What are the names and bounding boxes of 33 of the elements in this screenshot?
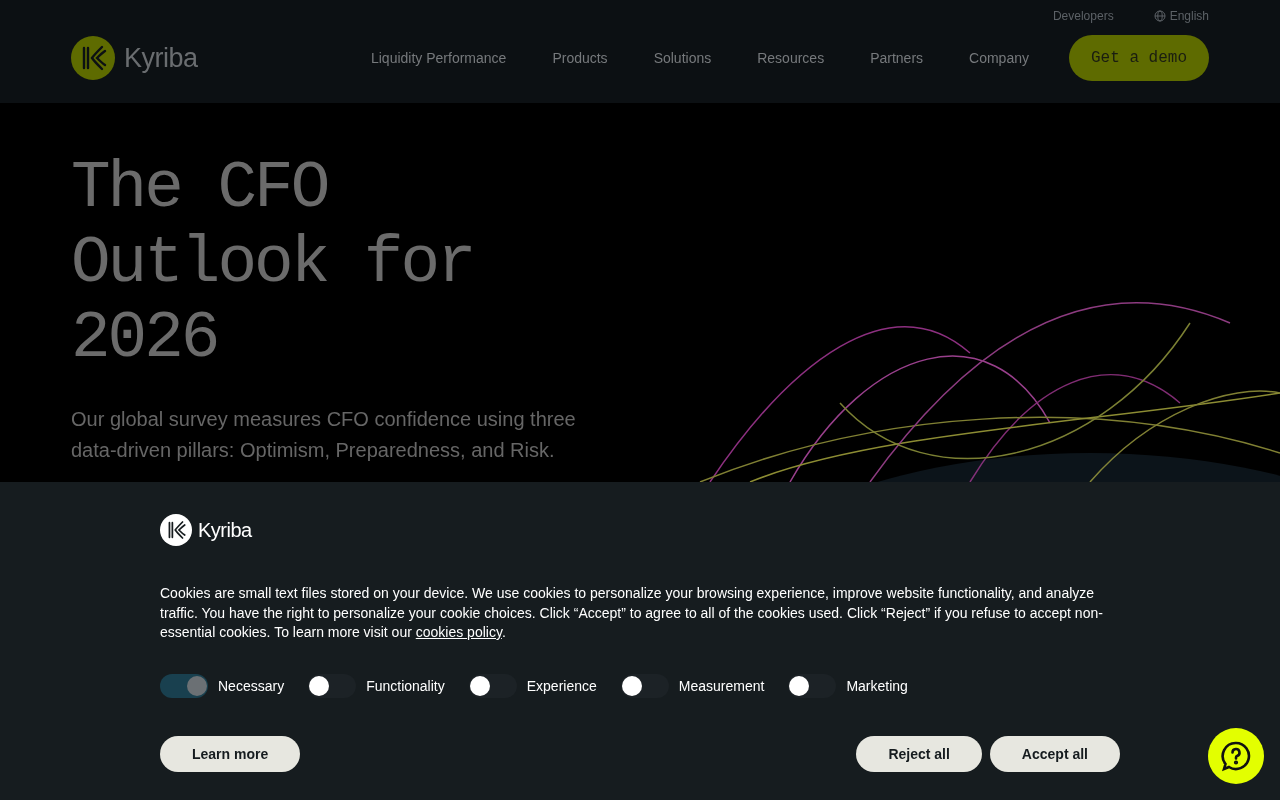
toggle-switch[interactable] xyxy=(468,673,517,698)
toggle-label: Functionality xyxy=(366,677,445,694)
nav-link[interactable]: Partners xyxy=(870,50,924,66)
get-demo-button[interactable]: Get a demo xyxy=(1069,35,1209,81)
nav-link[interactable]: Resources xyxy=(757,50,825,66)
brand-name: Kyriba xyxy=(198,518,252,542)
language-selector[interactable]: English xyxy=(1153,9,1209,23)
toggle-label: Measurement xyxy=(678,677,765,694)
nav-link[interactable]: Company xyxy=(969,50,1029,66)
toggle-label: Necessary xyxy=(218,677,285,694)
help-chat-button[interactable] xyxy=(1208,728,1264,784)
toggle-switch[interactable] xyxy=(788,673,837,698)
reject-all-button[interactable]: Reject all xyxy=(856,735,982,772)
brand-name: Kyriba xyxy=(124,42,198,74)
globe-icon xyxy=(1153,10,1166,22)
cookie-description: Cookies are small text files stored on your device. We use cookies to personalize your browsing experience, improve website functionality, and analyze traffic. You have the right to personalize your cookie choices. Click “Accept” to agree to all of the cookies used. Click “Reject” if you refuse to accept non-essential cookies. To learn more visit our cookies policy. xyxy=(160,584,1104,642)
logo-icon xyxy=(71,36,115,80)
nav-link[interactable]: Solutions xyxy=(653,50,712,66)
toggle-label: Experience xyxy=(526,677,597,694)
developers-link[interactable]: Developers xyxy=(1052,9,1114,23)
toggle-switch[interactable] xyxy=(308,673,357,698)
hero-title: The CFO Outlook for 2026 xyxy=(71,151,475,376)
toggle-label: Marketing xyxy=(846,677,908,694)
nav-link[interactable]: Liquidity Performance xyxy=(370,50,507,66)
cookies-policy-link[interactable]: cookies policy xyxy=(415,624,502,640)
learn-more-button[interactable]: Learn more xyxy=(160,735,301,772)
nav-link[interactable]: Products xyxy=(552,50,608,66)
logo-icon xyxy=(160,514,192,546)
help-chat-icon xyxy=(1220,740,1252,772)
toggle-switch[interactable] xyxy=(160,673,208,698)
hero-subtitle: Our global survey measures CFO confidence using three data-driven pillars: Optimism, Preparedness, and Risk. xyxy=(71,407,577,463)
accept-all-button[interactable]: Accept all xyxy=(989,735,1120,772)
toggle-switch[interactable] xyxy=(620,673,669,698)
